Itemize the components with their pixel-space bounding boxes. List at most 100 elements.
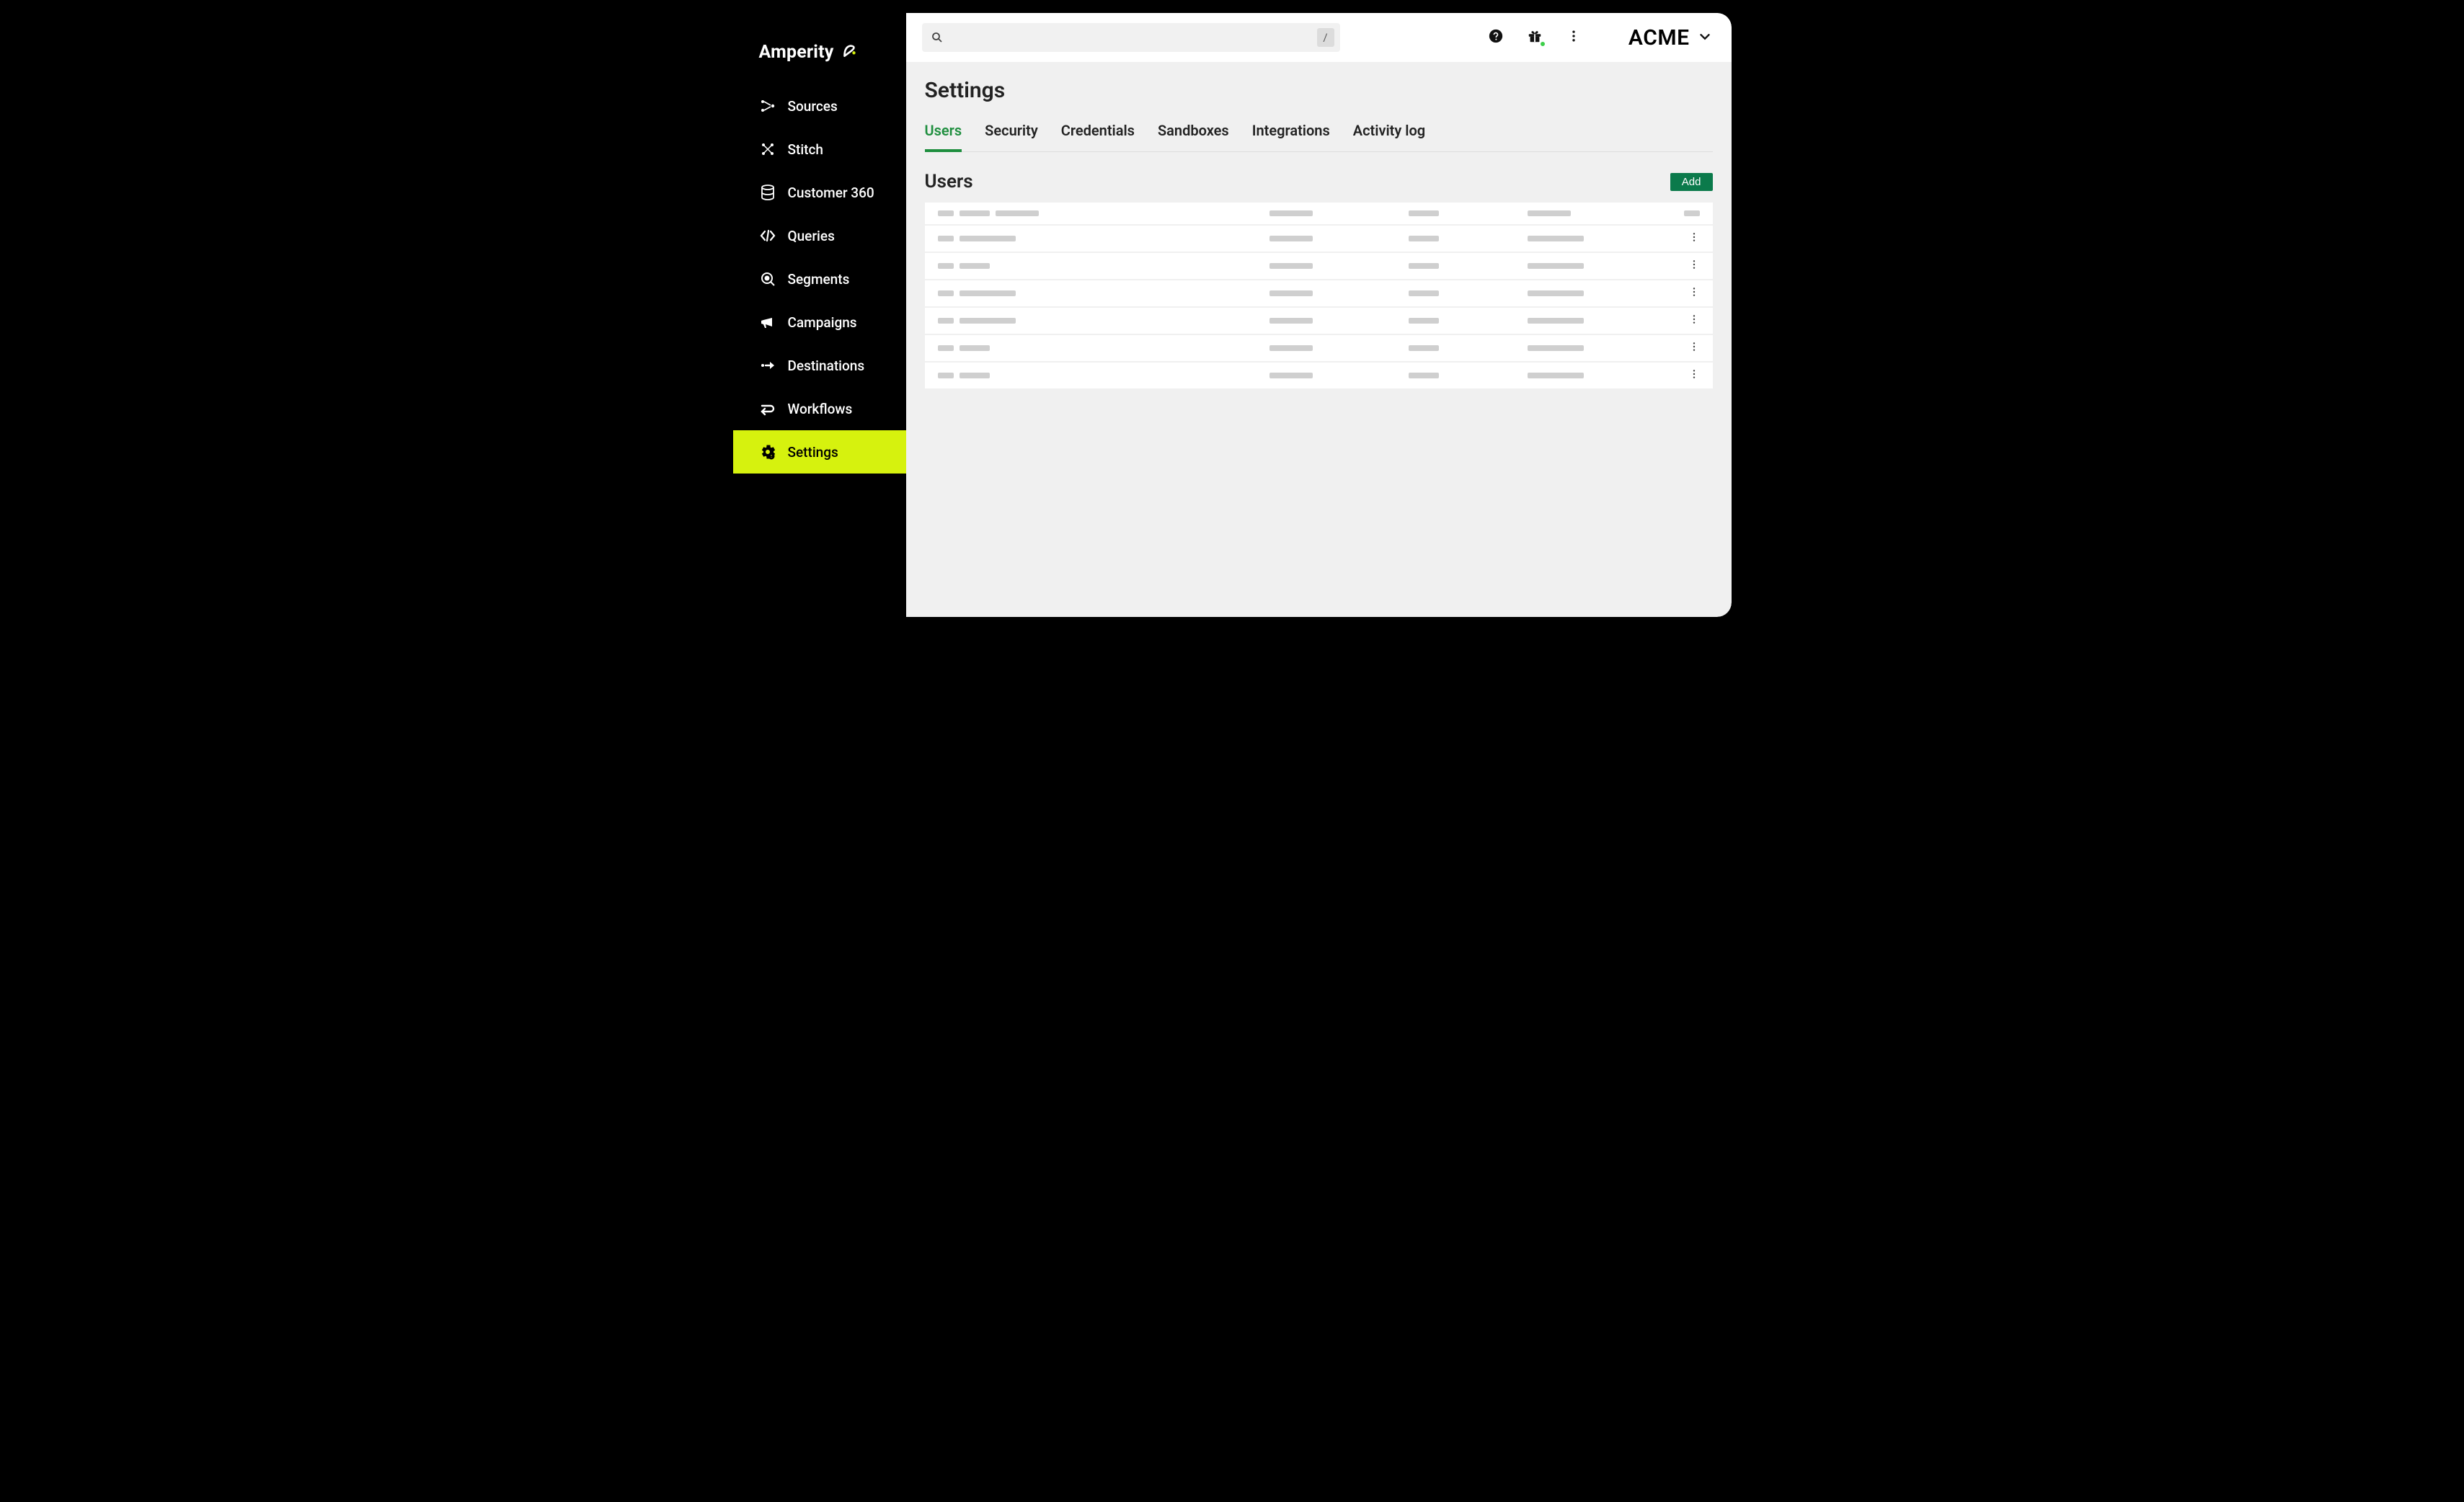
add-user-button[interactable]: Add [1670, 173, 1713, 191]
search-input[interactable] [951, 32, 1310, 44]
more-vertical-icon [1688, 259, 1700, 273]
table-row[interactable] [925, 363, 1713, 388]
table-row[interactable] [925, 226, 1713, 253]
sidebar-item-label: Segments [788, 271, 850, 288]
table-row[interactable] [925, 308, 1713, 335]
section-title: Users [925, 171, 973, 192]
settings-tabs: Users Security Credentials Sandboxes Int… [925, 122, 1713, 152]
table-cell [1528, 236, 1659, 241]
table-row[interactable] [925, 253, 1713, 280]
more-vertical-icon [1688, 286, 1700, 301]
table-cell [1409, 373, 1520, 378]
search-icon [931, 31, 944, 44]
row-menu-button[interactable] [1667, 231, 1700, 246]
table-cell [1528, 345, 1659, 351]
help-button[interactable] [1483, 25, 1509, 50]
tab-credentials[interactable]: Credentials [1061, 122, 1135, 152]
tab-security[interactable]: Security [985, 122, 1038, 152]
brand: Amperity [733, 40, 906, 84]
table-cell [1528, 318, 1659, 324]
megaphone-icon [759, 314, 776, 331]
topbar: / ACME [906, 13, 1732, 62]
sidebar-item-settings[interactable]: Settings [733, 430, 906, 474]
table-cell [1528, 373, 1659, 378]
table-row[interactable] [925, 335, 1713, 363]
row-menu-button[interactable] [1667, 368, 1700, 383]
more-vertical-icon [1566, 29, 1581, 46]
table-cell [938, 373, 1262, 378]
table-cell [1269, 263, 1401, 269]
app-frame: Amperity Sources Stitch [733, 13, 1732, 617]
table-cell [1269, 236, 1401, 241]
users-table [925, 203, 1713, 388]
sidebar-item-label: Queries [788, 228, 835, 244]
table-cell [938, 318, 1262, 324]
table-cell [938, 290, 1262, 296]
more-vertical-icon [1688, 314, 1700, 328]
whats-new-button[interactable] [1522, 25, 1548, 50]
table-cell [1409, 345, 1520, 351]
sidebar-item-campaigns[interactable]: Campaigns [733, 301, 906, 344]
search-target-icon [759, 270, 776, 288]
row-menu-button[interactable] [1667, 341, 1700, 355]
more-vertical-icon [1688, 368, 1700, 383]
row-menu-button[interactable] [1667, 314, 1700, 328]
help-icon [1488, 28, 1504, 47]
table-cell [1409, 263, 1520, 269]
table-cell [938, 263, 1262, 269]
table-cell [1528, 263, 1659, 269]
sidebar-item-workflows[interactable]: Workflows [733, 387, 906, 430]
tab-activity-log[interactable]: Activity log [1353, 122, 1425, 152]
table-cell [1409, 290, 1520, 296]
content: Settings Users Security Credentials Sand… [906, 62, 1732, 617]
table-row[interactable] [925, 280, 1713, 308]
table-header-cell [1667, 210, 1700, 216]
sidebar-item-label: Customer 360 [788, 185, 874, 201]
users-section-head: Users Add [925, 171, 1713, 192]
sidebar: Amperity Sources Stitch [733, 13, 906, 617]
notification-dot [1539, 40, 1546, 48]
sidebar-item-label: Sources [788, 98, 838, 115]
table-header-cell [1269, 210, 1401, 216]
row-menu-button[interactable] [1667, 286, 1700, 301]
sidebar-item-queries[interactable]: Queries [733, 214, 906, 257]
arrow-out-icon [759, 357, 776, 374]
more-vertical-icon [1688, 341, 1700, 355]
tenant-switcher[interactable]: ACME [1628, 25, 1713, 50]
more-vertical-icon [1688, 231, 1700, 246]
tab-users[interactable]: Users [925, 122, 962, 152]
table-header-cell [1528, 210, 1659, 216]
sidebar-item-label: Campaigns [788, 314, 857, 331]
table-cell [1409, 318, 1520, 324]
sidebar-item-sources[interactable]: Sources [733, 84, 906, 128]
table-cell [1528, 290, 1659, 296]
main: / ACME [906, 13, 1732, 617]
table-cell [1409, 236, 1520, 241]
topbar-more-button[interactable] [1561, 25, 1587, 50]
table-cell [938, 236, 1262, 241]
table-cell [1269, 345, 1401, 351]
chevron-down-icon [1697, 25, 1713, 50]
table-cell [1269, 318, 1401, 324]
gear-icon [759, 443, 776, 461]
table-header-cell [1409, 210, 1520, 216]
search-box[interactable]: / [922, 23, 1340, 52]
tenant-name: ACME [1628, 25, 1690, 50]
sidebar-nav: Sources Stitch Customer 360 Queries [733, 84, 906, 474]
tab-sandboxes[interactable]: Sandboxes [1158, 122, 1229, 152]
sidebar-item-label: Stitch [788, 141, 823, 158]
sidebar-item-label: Settings [788, 444, 838, 461]
page-title: Settings [925, 78, 1713, 103]
workflow-icon [759, 400, 776, 417]
sidebar-item-segments[interactable]: Segments [733, 257, 906, 301]
database-icon [759, 184, 776, 201]
tab-integrations[interactable]: Integrations [1252, 122, 1330, 152]
sidebar-item-label: Destinations [788, 357, 865, 374]
sidebar-item-stitch[interactable]: Stitch [733, 128, 906, 171]
sidebar-item-customer360[interactable]: Customer 360 [733, 171, 906, 214]
table-cell [1269, 373, 1401, 378]
table-cell [938, 345, 1262, 351]
row-menu-button[interactable] [1667, 259, 1700, 273]
sidebar-item-destinations[interactable]: Destinations [733, 344, 906, 387]
brand-name: Amperity [759, 42, 834, 63]
